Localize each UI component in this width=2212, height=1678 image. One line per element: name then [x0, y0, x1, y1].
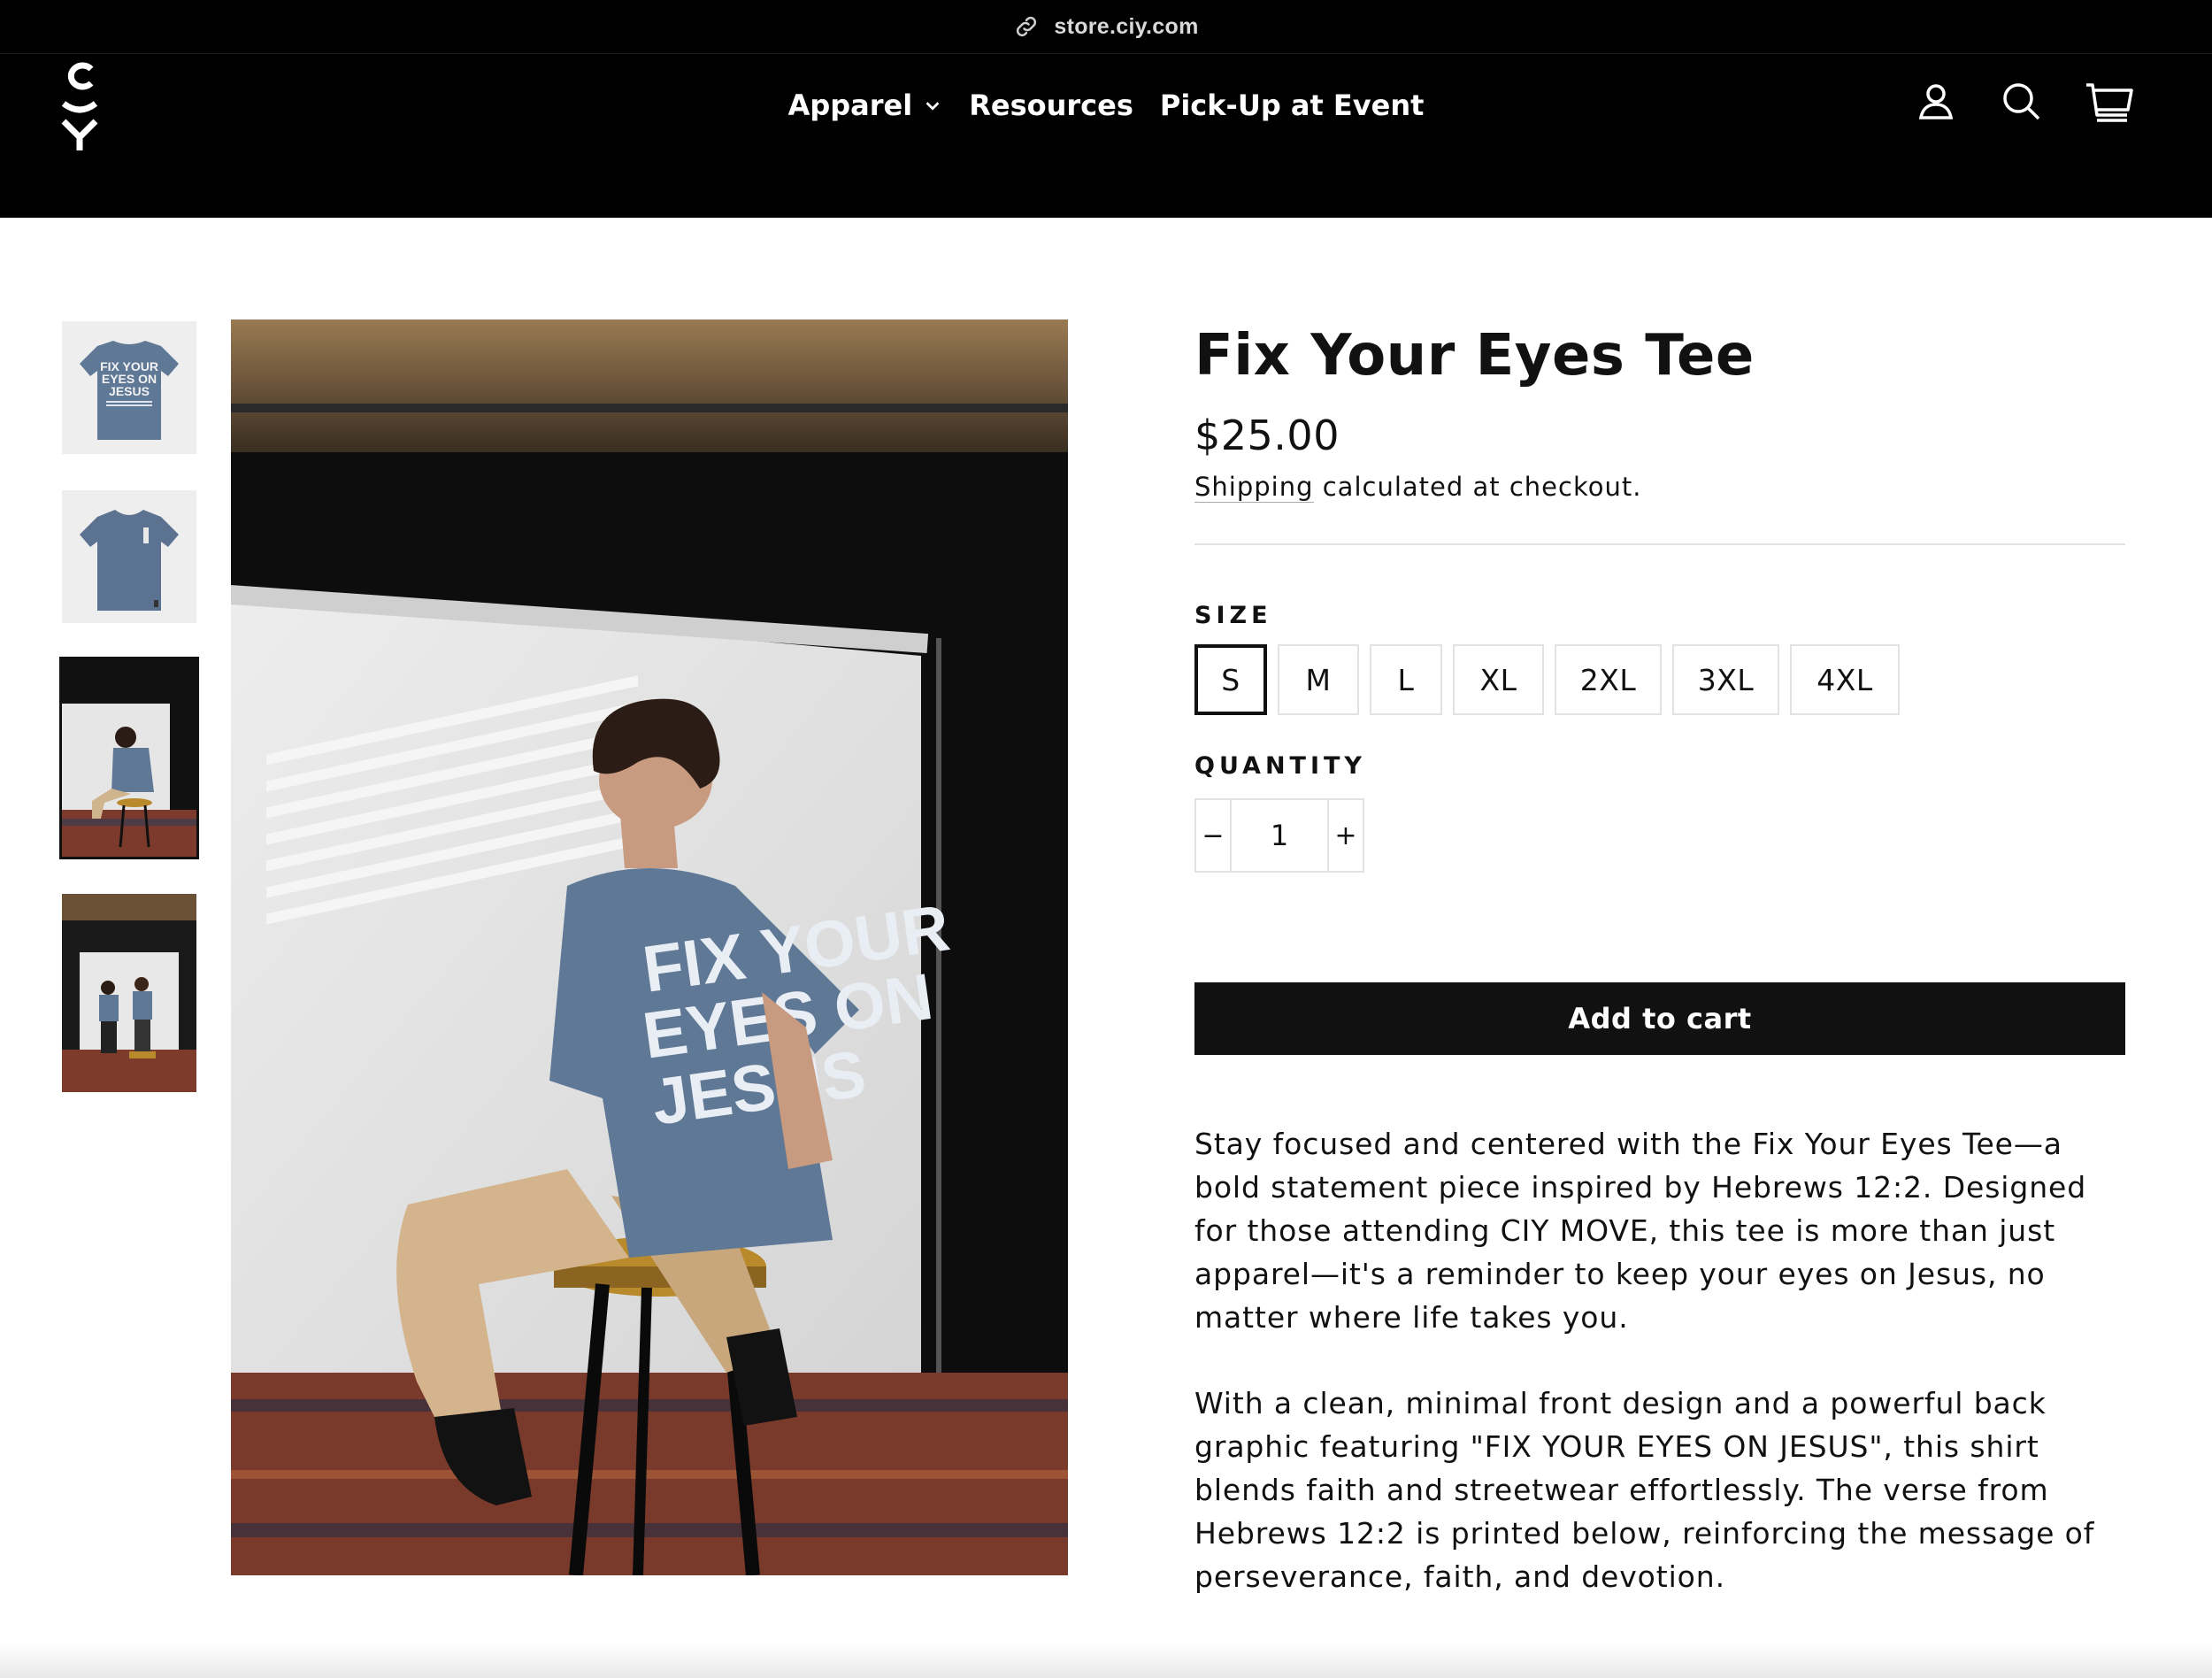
header-icons [1915, 80, 2134, 122]
size-option-3xl[interactable]: 3XL [1672, 644, 1779, 715]
page-bottom-edge [0, 1643, 2212, 1678]
shipping-link[interactable]: Shipping [1194, 472, 1314, 503]
url-text: store.ciy.com [1054, 13, 1199, 39]
two-models-image [62, 894, 196, 1092]
site-header: Apparel Resources Pick-Up at Event [0, 54, 2212, 218]
product-main-image[interactable]: FIX YOUR EYES ON JESUS [231, 319, 1068, 1575]
size-option-xl[interactable]: XL [1453, 644, 1544, 715]
link-icon [1017, 16, 1037, 37]
add-to-cart-button[interactable]: Add to cart [1194, 982, 2125, 1055]
description-paragraph-1: Stay focused and centered with the Fix Y… [1194, 1127, 2087, 1335]
search-icon[interactable] [2000, 80, 2042, 122]
description-paragraph-2: With a clean, minimal front design and a… [1194, 1386, 2095, 1594]
size-label: SIZE [1194, 602, 1272, 629]
shipping-text: calculated at checkout. [1313, 472, 1642, 502]
model-photo: FIX YOUR EYES ON JESUS [231, 319, 1068, 1575]
divider [1194, 543, 2125, 545]
product-price: $25.00 [1194, 412, 1340, 459]
thumbnail-model-seated[interactable] [59, 657, 199, 859]
product-info: Fix Your Eyes Tee $25.00 Shipping calcul… [1194, 319, 2125, 1598]
quantity-stepper: − 1 + [1194, 798, 1364, 873]
nav-apparel[interactable]: Apparel [775, 83, 956, 127]
nav-resources[interactable]: Resources [956, 83, 1147, 127]
product-description: Stay focused and centered with the Fix Y… [1194, 1122, 2125, 1598]
quantity-increase-button[interactable]: + [1329, 800, 1363, 871]
quantity-decrease-button[interactable]: − [1196, 800, 1230, 871]
thumbnail-tee-front[interactable] [62, 490, 196, 623]
size-option-2xl[interactable]: 2XL [1555, 644, 1662, 715]
thumbnail-two-models[interactable] [62, 894, 196, 1092]
quantity-input[interactable]: 1 [1230, 800, 1329, 871]
account-icon[interactable] [1915, 80, 1957, 122]
nav-apparel-label: Apparel [787, 89, 913, 122]
size-option-l[interactable]: L [1370, 644, 1442, 715]
cart-icon[interactable] [2085, 80, 2134, 122]
chevron-down-icon [926, 102, 940, 111]
tee-front-image [62, 490, 196, 623]
model-seated-image [62, 659, 196, 857]
shipping-note: Shipping calculated at checkout. [1194, 469, 2125, 504]
main-nav: Apparel Resources Pick-Up at Event [0, 83, 2212, 127]
svg-text:JESUS: JESUS [109, 384, 150, 398]
product-title: Fix Your Eyes Tee [1194, 323, 1755, 389]
quantity-label: QUANTITY [1194, 752, 1366, 780]
nav-resources-label: Resources [969, 89, 1133, 122]
size-options: S M L XL 2XL 3XL 4XL [1194, 644, 2125, 715]
nav-pickup-label: Pick-Up at Event [1159, 89, 1425, 122]
thumbnail-tee-back[interactable]: FIX YOUR EYES ON JESUS [62, 321, 196, 454]
size-option-m[interactable]: M [1278, 644, 1359, 715]
size-option-4xl[interactable]: 4XL [1790, 644, 1900, 715]
size-option-s[interactable]: S [1194, 644, 1267, 715]
browser-url-bar[interactable]: store.ciy.com [0, 0, 2212, 54]
nav-pickup-at-event[interactable]: Pick-Up at Event [1147, 83, 1438, 127]
tee-back-image: FIX YOUR EYES ON JESUS [62, 321, 196, 454]
